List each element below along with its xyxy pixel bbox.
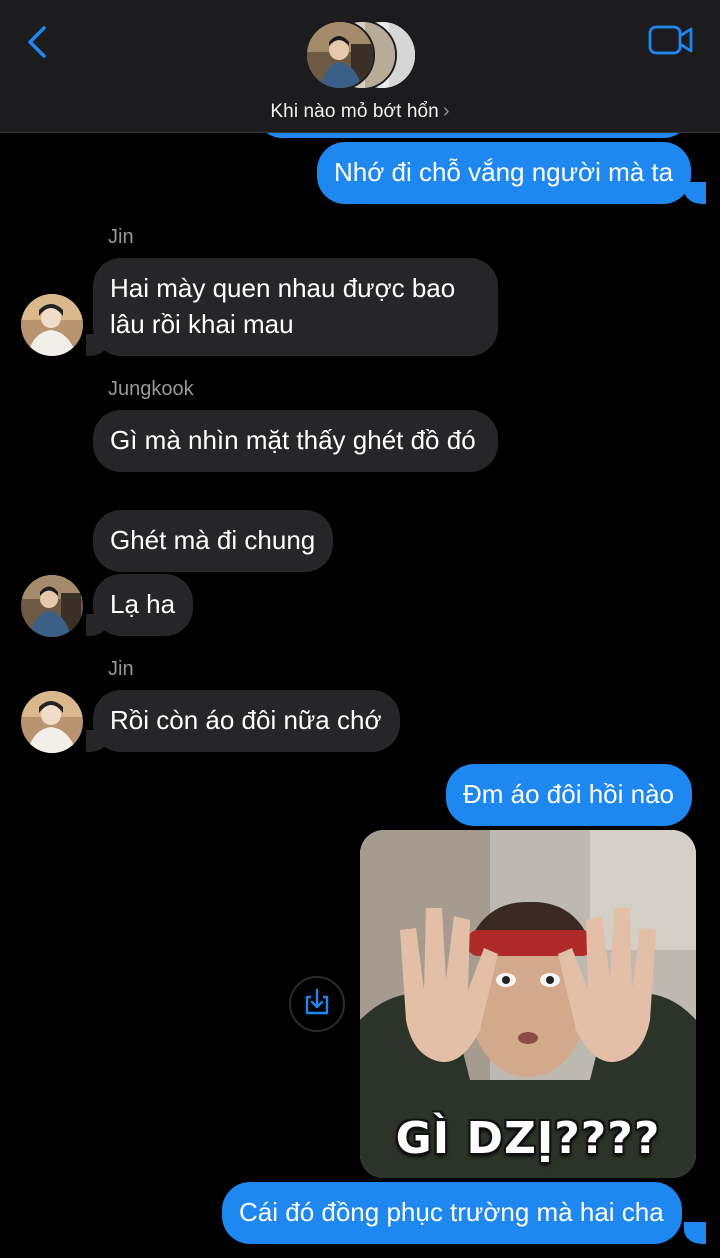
incoming-message-bubble[interactable]: Gì mà nhìn mặt thấy ghét đồ đó [93,410,498,472]
message-text: Hai mày quen nhau được bao lâu rồi khai … [110,273,456,339]
outgoing-message-bubble[interactable]: Cái đó đồng phục trường mà hai cha [222,1182,682,1244]
sticker-image[interactable]: GÌ DZỊ???? [360,830,696,1178]
chevron-left-icon [28,26,46,58]
incoming-message-bubble[interactable]: Rồi còn áo đôi nữa chớ [93,690,400,752]
outgoing-message-bubble[interactable]: Đm áo đôi hồi nào [446,764,693,826]
bubble-tail [684,182,706,204]
incoming-message-bubble[interactable]: Hai mày quen nhau được bao lâu rồi khai … [93,258,498,356]
jin-avatar[interactable] [21,691,83,753]
download-icon [305,988,329,1015]
conversation-header: Khi nào mỏ bớt hổn › [0,0,720,133]
sender-label: Jin [108,226,134,248]
video-camera-icon [648,25,693,55]
bubble-tail [86,614,108,636]
jungkook-avatar[interactable] [21,575,83,637]
incoming-message-bubble[interactable]: Lạ ha [93,574,194,636]
message-text: Gì mà nhìn mặt thấy ghét đồ đó [110,425,476,455]
member-avatar [305,20,375,90]
message-text: Cái đó đồng phục trường mà hai cha [239,1197,664,1227]
bubble-tail [684,1222,706,1244]
conversation-title-text: Khi nào mỏ bớt hổn [270,101,439,122]
bubble-tail [86,334,108,356]
jin-avatar[interactable] [21,294,83,356]
message-text: Nhớ đi chỗ vắng người mà ta [334,157,674,187]
chevron-right-icon: › [442,100,450,122]
sender-label: Jin [108,658,134,680]
sender-label: Jungkook [108,378,194,400]
outgoing-message-bubble[interactable]: Nhớ đi chỗ vắng người mà ta [317,142,692,204]
bubble-tail [86,730,108,752]
conversation-title[interactable]: Khi nào mỏ bớt hổn › [0,100,720,123]
save-image-button[interactable] [289,976,345,1032]
incoming-message-bubble[interactable]: Ghét mà đi chung [93,510,334,572]
back-button[interactable] [22,24,56,58]
message-text: Ghét mà đi chung [110,525,316,555]
message-text: Rồi còn áo đôi nữa chớ [110,705,382,735]
message-text: Đm áo đôi hồi nào [463,779,675,809]
video-call-button[interactable] [648,24,694,56]
sticker-caption: GÌ DZỊ???? [395,1113,661,1164]
group-avatar-stack[interactable] [305,20,417,92]
message-text: Lạ ha [110,589,176,619]
